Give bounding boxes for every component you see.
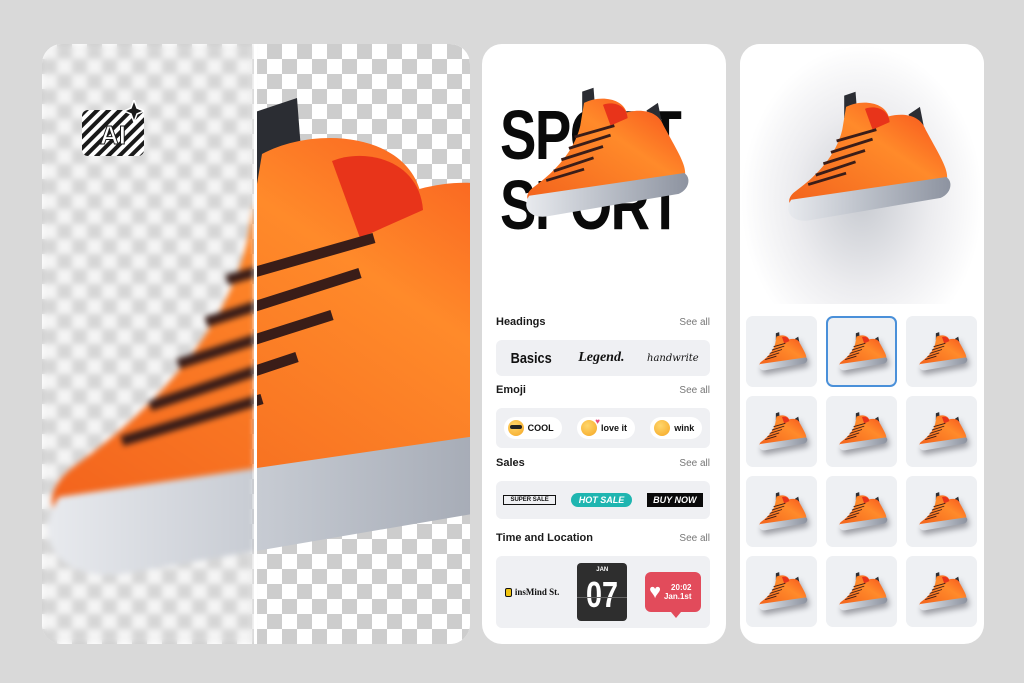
heading-style-handwrite[interactable]: handwrite bbox=[647, 353, 699, 364]
section-header-headings: Headings See all bbox=[496, 316, 710, 328]
shoe-thumbnail bbox=[754, 331, 810, 373]
sales-card: SUPER SALE HOT SALE BUY NOW bbox=[496, 481, 710, 519]
emoji-sticker-love[interactable]: ♥ love it bbox=[576, 417, 635, 439]
shadow-style-thumb[interactable] bbox=[826, 396, 897, 467]
shadow-style-thumb[interactable] bbox=[746, 396, 817, 467]
shadow-style-thumb[interactable] bbox=[906, 476, 977, 547]
shoe-thumbnail bbox=[914, 571, 970, 613]
see-all-link[interactable]: See all bbox=[679, 533, 710, 544]
emoji-sticker-wink[interactable]: wink bbox=[650, 417, 703, 439]
shadow-style-thumb[interactable] bbox=[906, 396, 977, 467]
shadow-style-thumb[interactable] bbox=[826, 316, 897, 387]
shadow-style-thumb[interactable] bbox=[746, 316, 817, 387]
section-title: Time and Location bbox=[496, 532, 593, 544]
heart-icon: ♥ bbox=[649, 581, 661, 603]
heading-style-basics[interactable]: Basics bbox=[511, 350, 552, 367]
shadow-style-thumb[interactable] bbox=[746, 476, 817, 547]
shadow-style-thumb[interactable] bbox=[906, 316, 977, 387]
shoe-image bbox=[508, 84, 698, 226]
shoe-thumbnail bbox=[834, 331, 890, 373]
shoe-thumbnail bbox=[754, 571, 810, 613]
wink-emoji-icon bbox=[654, 420, 671, 436]
background-removal-preview: AI bbox=[42, 44, 470, 644]
section-title: Headings bbox=[496, 316, 546, 328]
section-header-sales: Sales See all bbox=[496, 457, 710, 469]
shoe-thumbnail bbox=[754, 491, 810, 533]
shoe-thumbnail bbox=[834, 411, 890, 453]
sales-sticker-hot-sale[interactable]: HOT SALE bbox=[570, 493, 633, 507]
time-location-card: insMind St. JAN 07 ♥ 20:02 Jan.1st bbox=[496, 556, 710, 628]
shoe-thumbnail bbox=[914, 331, 970, 373]
text-templates-panel: SPORT SPORT Headings See all Basics Lege… bbox=[482, 44, 726, 644]
shadow-styles-panel bbox=[740, 44, 984, 644]
heading-style-legend[interactable]: Legend. bbox=[578, 350, 624, 366]
shoe-image bbox=[770, 88, 960, 230]
shoe-thumbnail bbox=[914, 491, 970, 533]
love-emoji-icon: ♥ bbox=[580, 417, 600, 436]
see-all-link[interactable]: See all bbox=[679, 317, 710, 328]
after-image-half bbox=[257, 44, 470, 644]
date-bubble-sticker[interactable]: ♥ 20:02 Jan.1st bbox=[645, 572, 702, 618]
shadow-style-grid bbox=[746, 316, 977, 627]
shadow-style-thumb[interactable] bbox=[826, 556, 897, 627]
compare-slider-handle[interactable] bbox=[254, 44, 257, 644]
see-all-link[interactable]: See all bbox=[679, 458, 710, 469]
shoe-image-blurred bbox=[42, 84, 254, 609]
pin-icon bbox=[504, 587, 512, 597]
shadow-style-thumb[interactable] bbox=[746, 556, 817, 627]
sales-sticker-super-sale[interactable]: SUPER SALE bbox=[503, 495, 556, 505]
section-title: Emoji bbox=[496, 384, 526, 396]
shoe-thumbnail bbox=[754, 411, 810, 453]
shoe-thumbnail bbox=[834, 571, 890, 613]
location-sticker[interactable]: insMind St. bbox=[504, 587, 559, 597]
shoe-thumbnail bbox=[834, 491, 890, 533]
sales-sticker-buy-now[interactable]: BUY NOW bbox=[647, 493, 703, 507]
emoji-card: COOL ♥ love it wink bbox=[496, 408, 710, 448]
see-all-link[interactable]: See all bbox=[679, 385, 710, 396]
headings-card: Basics Legend. handwrite bbox=[496, 340, 710, 376]
shoe-image-cutout bbox=[257, 84, 470, 609]
cool-emoji-icon bbox=[507, 420, 524, 436]
shadow-hero-preview bbox=[740, 44, 984, 304]
emoji-sticker-cool[interactable]: COOL bbox=[503, 417, 562, 439]
calendar-sticker[interactable]: JAN 07 bbox=[577, 563, 628, 621]
sport-hero-preview: SPORT SPORT bbox=[482, 44, 726, 294]
ai-sparkle-icon: AI bbox=[82, 97, 146, 156]
before-image-half bbox=[42, 44, 254, 644]
section-header-time-location: Time and Location See all bbox=[496, 532, 710, 544]
svg-text:AI: AI bbox=[100, 120, 126, 150]
shoe-thumbnail bbox=[914, 411, 970, 453]
shadow-style-thumb[interactable] bbox=[906, 556, 977, 627]
section-header-emoji: Emoji See all bbox=[496, 384, 710, 396]
section-title: Sales bbox=[496, 457, 525, 469]
shadow-style-thumb[interactable] bbox=[826, 476, 897, 547]
